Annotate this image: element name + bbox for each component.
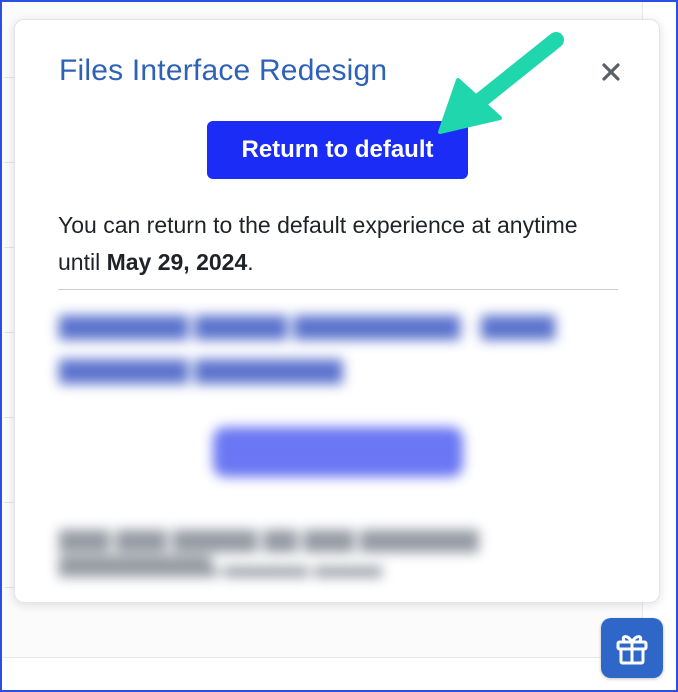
blurred-preview: ▇▇▇▇▇▇▇ ▇▇▇▇▇ ▇▇▇▇▇▇▇▇▇ · ▇▇▇▇ ▇▇▇▇▇▇▇ ▇…: [43, 302, 623, 577]
redesign-dialog: Files Interface Redesign Return to defau…: [14, 19, 660, 603]
close-button[interactable]: [597, 58, 625, 86]
gift-icon: [616, 635, 648, 665]
blurred-body-line: ▇▇▇▇▇▇▇ ▇▇ ▇▇▇▇▇ ▇▇▇▇: [59, 564, 382, 577]
blurred-heading-line: ▇▇▇▇▇▇▇ ▇▇▇▇▇▇▇▇: [59, 357, 343, 384]
blurred-heading-line: ▇▇▇▇▇▇▇ ▇▇▇▇▇ ▇▇▇▇▇▇▇▇▇ · ▇▇▇▇: [59, 313, 556, 340]
blurred-button: [213, 427, 463, 477]
gift-button[interactable]: [601, 618, 663, 678]
dialog-description: You can return to the default experience…: [58, 207, 578, 281]
deadline-date: May 29, 2024: [106, 249, 248, 275]
description-suffix: .: [247, 249, 254, 275]
dialog-divider: [58, 289, 618, 290]
dialog-title: Files Interface Redesign: [59, 54, 388, 87]
return-to-default-button[interactable]: Return to default: [207, 121, 468, 179]
close-icon: [602, 63, 620, 81]
